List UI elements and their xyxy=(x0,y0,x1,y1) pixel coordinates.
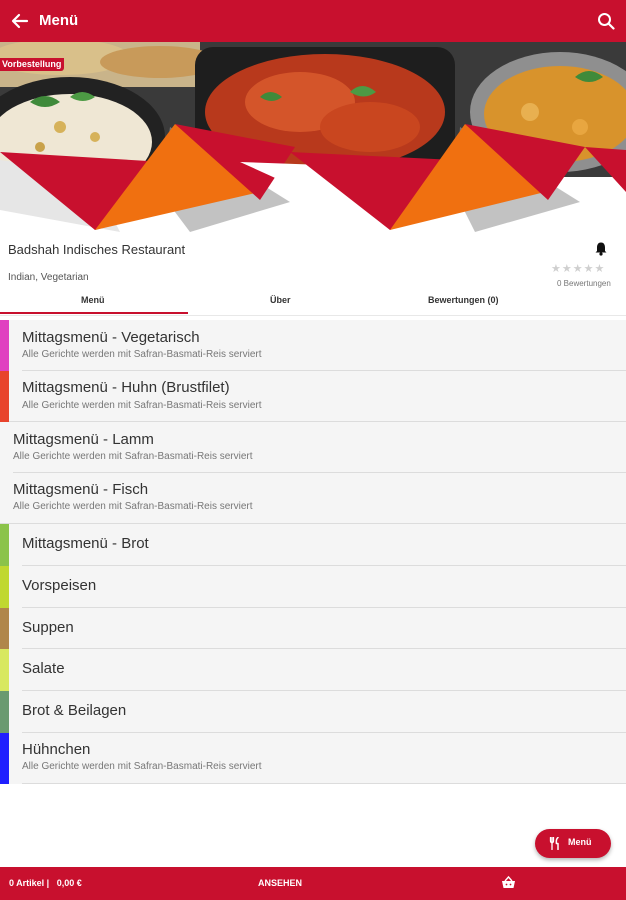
category-item[interactable]: Mittagsmenü - Brot xyxy=(0,524,626,566)
category-name: Brot & Beilagen xyxy=(22,702,127,719)
menu-fab-label: Menü xyxy=(568,837,592,847)
category-name: Suppen xyxy=(22,619,74,636)
category-color-bar xyxy=(0,649,9,691)
category-color-bar xyxy=(0,524,9,566)
category-name: Mittagsmenü - Huhn (Brustfilet) xyxy=(22,379,230,396)
category-item[interactable]: Vorspeisen xyxy=(0,566,626,608)
search-icon[interactable] xyxy=(597,12,615,30)
tab-menu[interactable]: Menü xyxy=(81,295,105,305)
hero-banner xyxy=(0,42,626,232)
category-item[interactable]: Mittagsmenü - Huhn (Brustfilet) Alle Ger… xyxy=(0,371,626,422)
category-list: Mittagsmenü - Vegetarisch Alle Gerichte … xyxy=(0,320,626,784)
category-name: Salate xyxy=(22,660,65,677)
category-color-bar xyxy=(0,733,9,784)
category-color-bar xyxy=(0,566,9,608)
fork-knife-icon xyxy=(549,837,559,850)
category-name: Mittagsmenü - Fisch xyxy=(13,481,149,498)
category-item[interactable]: Mittagsmenü - Fisch Alle Gerichte werden… xyxy=(0,473,626,524)
category-name: Hühnchen xyxy=(22,741,91,758)
basket-icon[interactable] xyxy=(501,875,516,890)
category-color-bar xyxy=(0,608,9,649)
rating-stars: ★★★★★ xyxy=(551,262,606,275)
category-color-bar xyxy=(0,320,9,371)
tab-active-indicator xyxy=(0,312,188,314)
menu-fab-button[interactable]: Menü xyxy=(535,829,611,858)
cuisine-text: Indian, Vegetarian xyxy=(8,272,89,283)
category-name: Mittagsmenü - Brot xyxy=(22,535,149,552)
divider xyxy=(22,783,626,784)
preorder-badge: Vorbestellung xyxy=(0,58,65,71)
food-photo-image xyxy=(0,42,626,232)
cart-bar: 0 Artikel | 0,00 € ANSEHEN xyxy=(0,867,626,900)
bell-icon[interactable] xyxy=(594,241,608,256)
view-cart-button[interactable]: ANSEHEN xyxy=(258,878,302,888)
category-name: Mittagsmenü - Lamm xyxy=(13,431,154,448)
category-item[interactable]: Mittagsmenü - Vegetarisch Alle Gerichte … xyxy=(0,320,626,371)
category-description: Alle Gerichte werden mit Safran-Basmati-… xyxy=(22,761,262,772)
category-item[interactable]: Hühnchen Alle Gerichte werden mit Safran… xyxy=(0,733,626,784)
category-color-bar xyxy=(0,371,9,422)
restaurant-name: Badshah Indisches Restaurant xyxy=(8,242,186,257)
tab-reviews[interactable]: Bewertungen (0) xyxy=(428,295,499,305)
category-item[interactable]: Suppen xyxy=(0,608,626,649)
category-item[interactable]: Brot & Beilagen xyxy=(0,691,626,733)
category-name: Vorspeisen xyxy=(22,577,97,594)
category-description: Alle Gerichte werden mit Safran-Basmati-… xyxy=(13,501,253,512)
category-color-bar xyxy=(0,691,9,733)
cart-summary: 0 Artikel | 0,00 € xyxy=(9,878,82,888)
category-description: Alle Gerichte werden mit Safran-Basmati-… xyxy=(13,451,253,462)
back-arrow-icon[interactable] xyxy=(10,11,30,31)
rating-count: 0 Bewertungen xyxy=(557,279,611,288)
category-description: Alle Gerichte werden mit Safran-Basmati-… xyxy=(22,400,262,411)
category-item[interactable]: Salate xyxy=(0,649,626,691)
page-title: Menü xyxy=(39,12,79,29)
tab-about[interactable]: Über xyxy=(270,295,291,305)
category-description: Alle Gerichte werden mit Safran-Basmati-… xyxy=(22,349,262,360)
category-item[interactable]: Mittagsmenü - Lamm Alle Gerichte werden … xyxy=(0,422,626,473)
app-bar: Menü xyxy=(0,0,626,42)
category-name: Mittagsmenü - Vegetarisch xyxy=(22,329,200,346)
